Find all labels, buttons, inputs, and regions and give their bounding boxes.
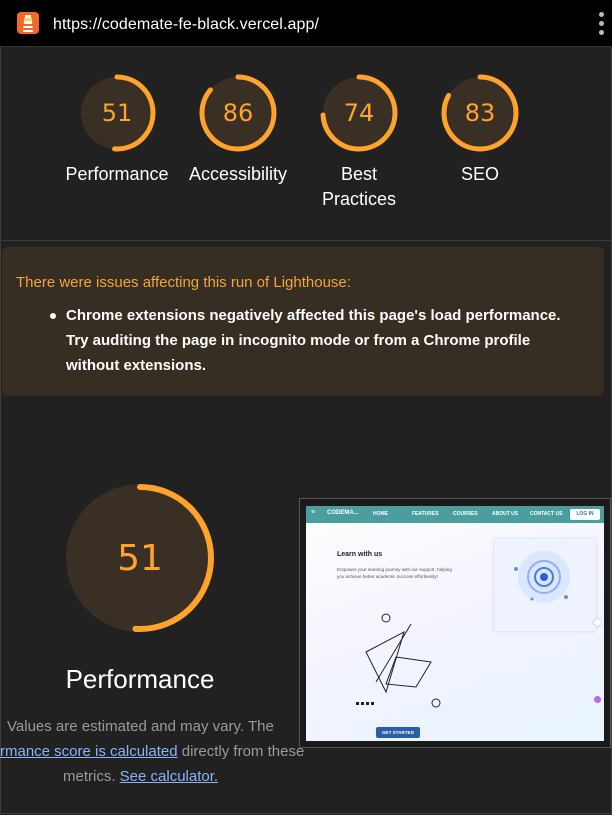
- screenshot-get-started-button: GET STARTED: [376, 727, 420, 738]
- nav-item: HOME: [373, 511, 388, 517]
- gauge-label: SEO: [460, 164, 499, 184]
- url-text[interactable]: https://codemate-fe-black.vercel.app/: [53, 16, 319, 34]
- final-screenshot-thumbnail[interactable]: ≡ CODEMA... HOME FEATURES COURSES ABOUT …: [299, 498, 611, 748]
- gauge-ring: 51: [66, 484, 214, 632]
- performance-title: Performance: [65, 664, 215, 694]
- note-line-1: Values are estimated and may vary. The: [7, 718, 274, 735]
- gauge-score: 86: [223, 99, 254, 127]
- gauge-best-practices[interactable]: 74 Best Practices: [299, 70, 419, 212]
- screenshot-brand: CODEMA...: [327, 510, 359, 516]
- screenshot-hero-image: [494, 539, 596, 631]
- hamburger-icon: ≡: [311, 509, 316, 516]
- performance-gauge-large: 51: [60, 478, 220, 643]
- divider: [0, 240, 612, 241]
- bullet-icon: [50, 313, 56, 319]
- note-line-3: metrics. See calculator.: [63, 764, 218, 789]
- note-metrics-text: metrics.: [63, 768, 116, 785]
- score-calculation-link[interactable]: rmance score is calculated: [0, 743, 178, 760]
- warning-list: Chrome extensions negatively affected th…: [50, 303, 570, 378]
- nav-item: ABOUT US: [492, 511, 519, 517]
- nav-item: CONTACT US: [530, 511, 563, 517]
- gauge-label: Accessibility: [188, 164, 288, 184]
- note-mid-text: directly from these: [181, 743, 305, 760]
- kebab-menu-icon[interactable]: [598, 12, 606, 38]
- assistant-icon: [594, 696, 601, 703]
- gauge-score: 74: [344, 99, 375, 127]
- gauge-score: 51: [102, 99, 133, 127]
- warning-title: There were issues affecting this run of …: [16, 274, 351, 291]
- screenshot-hero-text: Empower your learning journey with our s…: [337, 567, 452, 579]
- gauge-label: Performance: [65, 164, 169, 184]
- warning-box: There were issues affecting this run of …: [2, 247, 604, 396]
- warning-item: Chrome extensions negatively affected th…: [50, 303, 570, 378]
- screenshot-navbar: ≡ CODEMA... HOME FEATURES COURSES ABOUT …: [306, 506, 604, 523]
- gauge-accessibility[interactable]: 86 Accessibility: [178, 70, 298, 187]
- gauge-ring: 74: [320, 74, 398, 152]
- screenshot-page: ≡ CODEMA... HOME FEATURES COURSES ABOUT …: [306, 506, 604, 741]
- warning-item-text: Chrome extensions negatively affected th…: [66, 307, 561, 374]
- radial-graphic-icon: [514, 551, 570, 603]
- report-header: https://codemate-fe-black.vercel.app/: [0, 0, 612, 47]
- geometric-shapes-illustration: [356, 613, 441, 708]
- see-calculator-link[interactable]: See calculator.: [120, 768, 218, 785]
- gauge-score: 83: [465, 99, 496, 127]
- nav-item: COURSES: [453, 511, 478, 517]
- gauge-seo[interactable]: 83 SEO: [420, 70, 540, 187]
- gauge-score: 51: [117, 538, 163, 579]
- screenshot-hero-title: Learn with us: [337, 551, 383, 558]
- note-line-2: rmance score is calculated directly from…: [0, 739, 304, 764]
- gauge-ring: 51: [78, 74, 156, 152]
- screenshot-login-button: LOG IN: [570, 509, 600, 520]
- lighthouse-icon: [17, 12, 39, 34]
- gauge-label: Best Practices: [321, 164, 397, 209]
- chat-icon: [594, 619, 601, 626]
- nav-item: FEATURES: [412, 511, 439, 517]
- gauge-ring: 83: [441, 74, 519, 152]
- gauge-performance[interactable]: 51 Performance: [57, 70, 177, 187]
- gauge-ring: 86: [199, 74, 277, 152]
